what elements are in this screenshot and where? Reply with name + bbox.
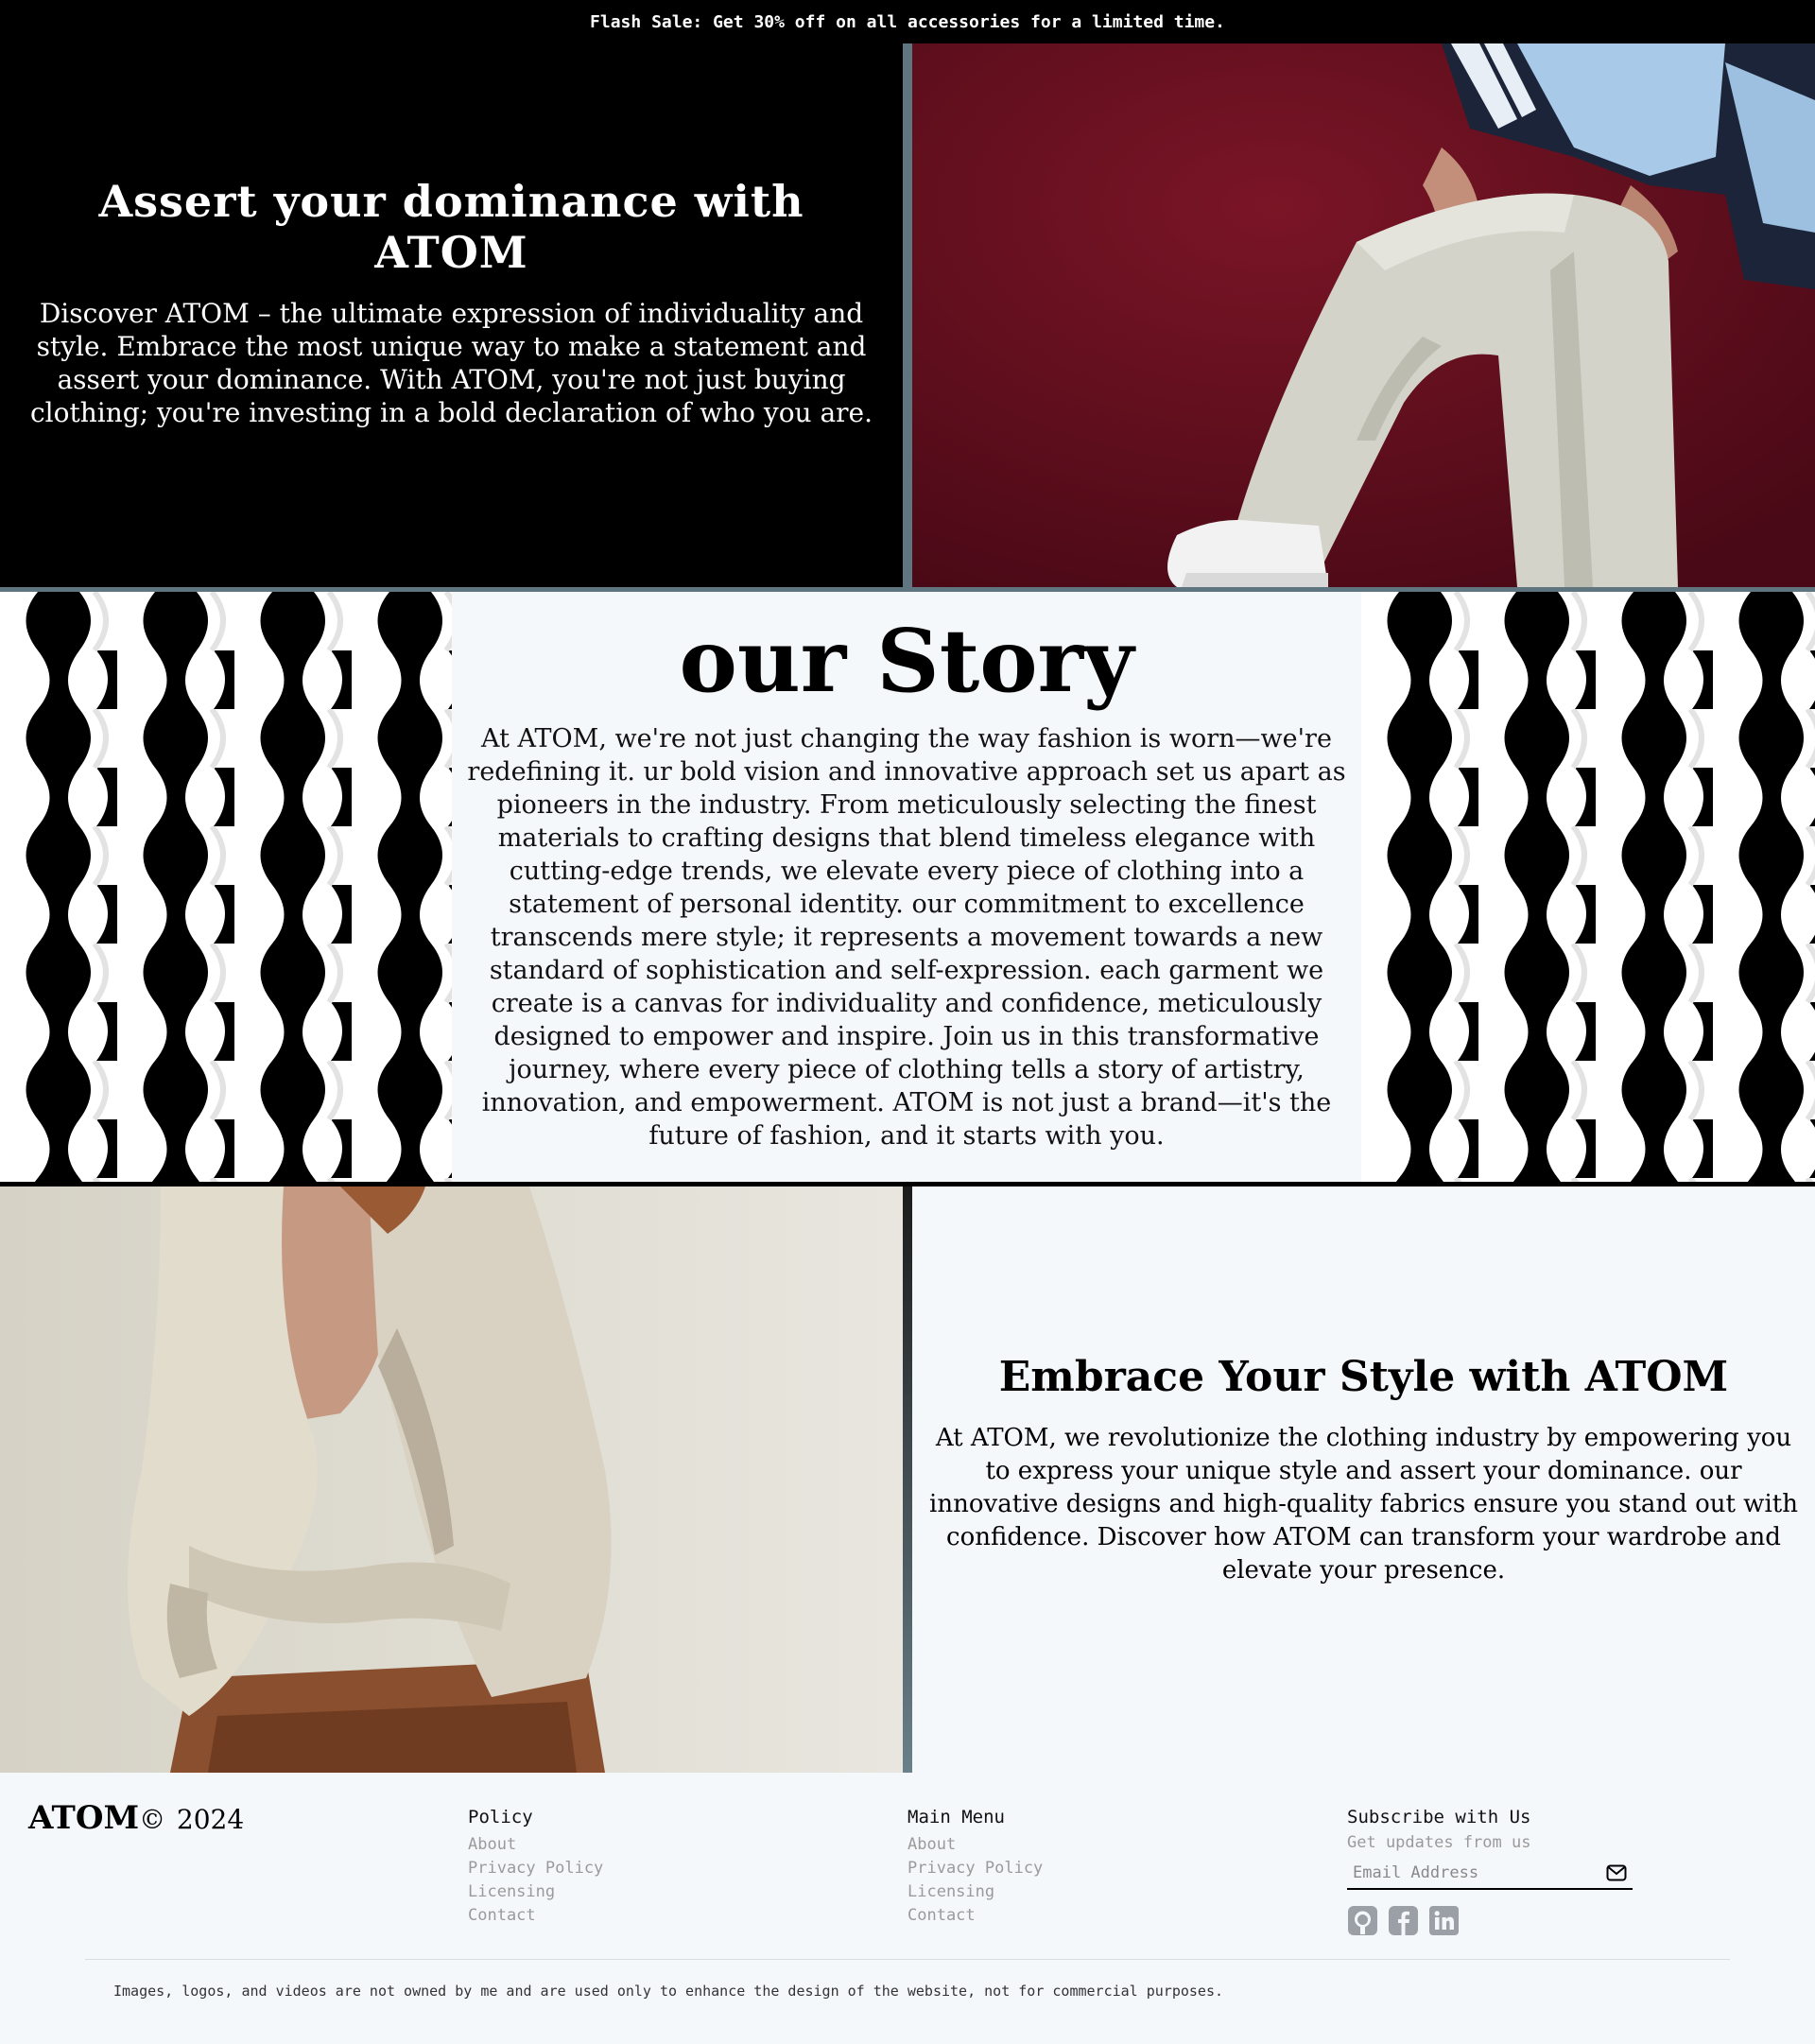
- social-icons: [1347, 1905, 1633, 1936]
- hero-text-block: Assert your dominance with ATOM Discover…: [0, 30, 903, 574]
- subscribe-heading: Subscribe with Us: [1347, 1807, 1531, 1827]
- menu-link-privacy[interactable]: Privacy Policy: [908, 1857, 1043, 1880]
- hero-divider: [903, 43, 912, 587]
- main-menu-heading: Main Menu: [908, 1807, 1005, 1827]
- hero-model-illustration: [912, 43, 1815, 587]
- footer-disclaimer: Images, logos, and videos are not owned …: [113, 1983, 1223, 2000]
- policy-link-licensing[interactable]: Licensing: [468, 1880, 603, 1904]
- style-section: Embrace Your Style with ATOM At ATOM, we…: [0, 1187, 1815, 1773]
- story-title: our Story: [679, 610, 1134, 712]
- policy-link-about[interactable]: About: [468, 1833, 603, 1857]
- style-title: Embrace Your Style with ATOM: [998, 1353, 1729, 1401]
- facebook-icon[interactable]: [1388, 1905, 1419, 1936]
- copyright-year: 2024: [176, 1804, 245, 1835]
- right-wave-pattern: [1361, 592, 1815, 1182]
- policy-link-contact[interactable]: Contact: [468, 1904, 603, 1928]
- story-text: At ATOM, we're not just changing the way…: [467, 724, 1346, 1151]
- subscribe-note: Get updates from us: [1347, 1833, 1531, 1852]
- menu-link-about[interactable]: About: [908, 1833, 1043, 1857]
- left-wave-pattern: [0, 592, 452, 1182]
- style-description: At ATOM, we revolutionize the clothing i…: [929, 1424, 1798, 1585]
- story-content: our Story At ATOM, we're not just changi…: [452, 592, 1361, 1182]
- github-icon[interactable]: [1347, 1905, 1378, 1936]
- brand-logo[interactable]: ATOM: [28, 1799, 139, 1837]
- style-photo: [0, 1187, 903, 1773]
- email-input[interactable]: [1347, 1863, 1583, 1882]
- hero-section: Assert your dominance with ATOM Discover…: [0, 43, 1815, 587]
- style-divider: [903, 1187, 912, 1773]
- footer-divider: [85, 1959, 1730, 1960]
- story-section: our Story At ATOM, we're not just changi…: [0, 592, 1815, 1182]
- footer-main-menu-column: Main Menu About Privacy Policy Licensing…: [908, 1807, 1043, 1928]
- footer-policy-column: Policy About Privacy Policy Licensing Co…: [468, 1807, 603, 1928]
- menu-link-licensing[interactable]: Licensing: [908, 1880, 1043, 1904]
- linkedin-icon[interactable]: [1428, 1905, 1460, 1936]
- site-footer: ATOM© 2024 Policy About Privacy Policy L…: [0, 1773, 1815, 2044]
- style-text-block: Embrace Your Style with ATOM At ATOM, we…: [912, 1177, 1815, 1763]
- flash-sale-text: Flash Sale: Get 30% off on all accessori…: [590, 11, 1225, 32]
- mail-icon[interactable]: [1600, 1857, 1633, 1889]
- footer-subscribe-column: Subscribe with Us Get updates from us: [1347, 1807, 1633, 1936]
- copyright-symbol: ©: [139, 1804, 166, 1835]
- hero-description: Discover ATOM – the ultimate expression …: [29, 297, 873, 428]
- policy-heading: Policy: [468, 1807, 533, 1827]
- hero-title: Assert your dominance with ATOM: [98, 175, 804, 278]
- footer-brand: ATOM© 2024: [28, 1799, 244, 1837]
- hero-photo: [912, 43, 1815, 587]
- policy-link-privacy[interactable]: Privacy Policy: [468, 1857, 603, 1880]
- subscribe-form: [1347, 1858, 1633, 1890]
- style-model-illustration: [0, 1187, 903, 1773]
- menu-link-contact[interactable]: Contact: [908, 1904, 1043, 1928]
